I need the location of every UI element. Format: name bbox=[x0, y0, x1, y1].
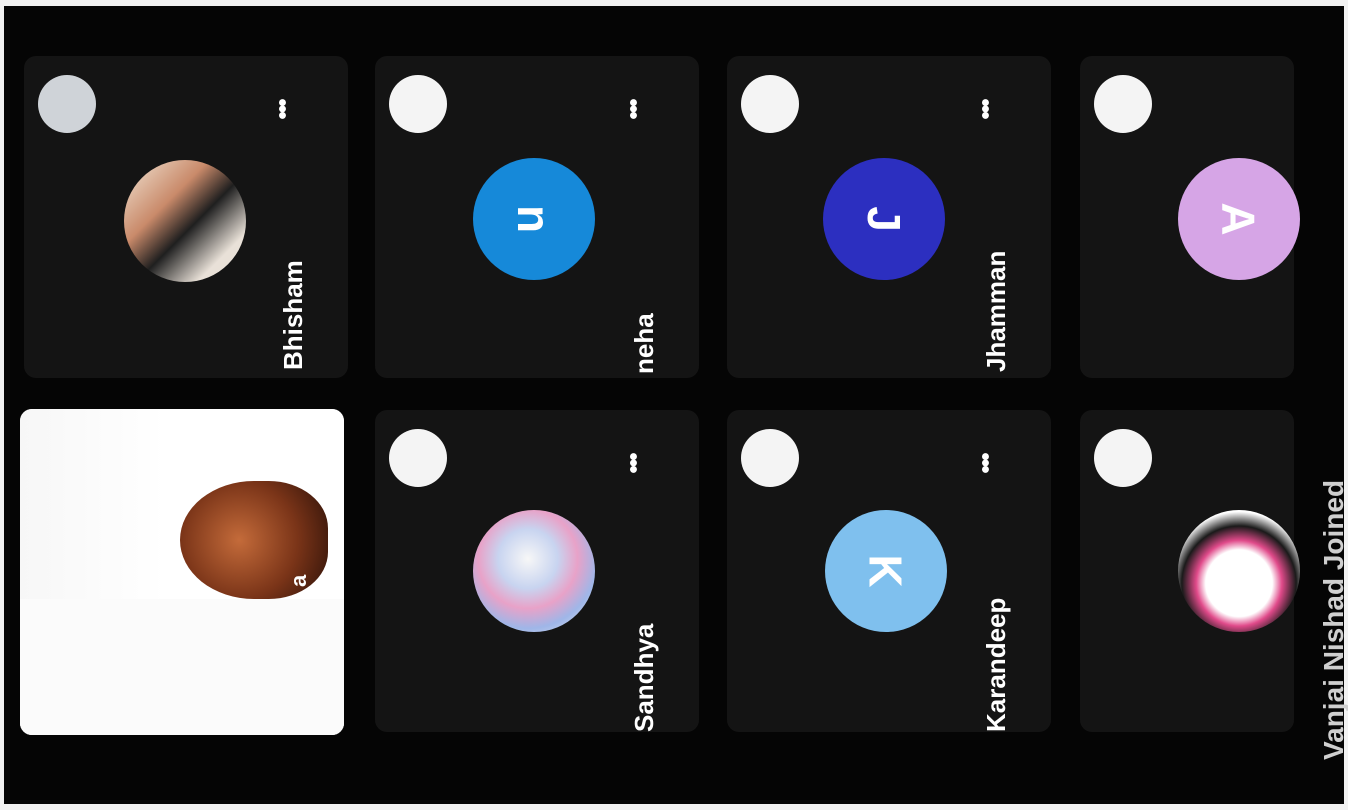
more-options-icon[interactable]: ••• bbox=[619, 452, 647, 471]
more-options-icon[interactable]: ••• bbox=[971, 452, 999, 471]
avatar-initial: A bbox=[1178, 158, 1300, 280]
pin-icon[interactable] bbox=[1094, 75, 1152, 133]
avatar-photo bbox=[1178, 510, 1300, 632]
pin-icon[interactable] bbox=[38, 75, 96, 133]
participant-tile-karandeep[interactable]: K ••• Karandeep bbox=[727, 410, 1051, 732]
pin-icon[interactable] bbox=[741, 75, 799, 133]
pin-icon[interactable] bbox=[389, 429, 447, 487]
avatar-initial: J bbox=[823, 158, 945, 280]
pin-icon[interactable] bbox=[741, 429, 799, 487]
pin-icon[interactable] bbox=[1094, 429, 1152, 487]
participant-name: Bhisham bbox=[278, 260, 308, 370]
self-name-label: a bbox=[286, 574, 311, 587]
more-options-icon[interactable]: ••• bbox=[971, 98, 999, 117]
more-options-icon[interactable]: ••• bbox=[268, 98, 296, 117]
avatar-photo bbox=[473, 510, 595, 632]
participant-tile-jhamman[interactable]: J ••• Jhamman bbox=[727, 56, 1051, 378]
self-video[interactable]: a bbox=[20, 409, 344, 735]
avatar-photo bbox=[124, 160, 246, 282]
join-notification: Vanjai Nishad Joined bbox=[1318, 479, 1348, 760]
participant-tile-a[interactable]: A bbox=[1080, 56, 1300, 378]
avatar-initial: n bbox=[473, 158, 595, 280]
participant-tile-bhisham[interactable]: ••• Bhisham bbox=[24, 56, 348, 378]
participant-name: Sandhya bbox=[629, 623, 659, 732]
participant-tile-unnamed[interactable] bbox=[1080, 410, 1300, 732]
participant-tile-neha[interactable]: n ••• neha bbox=[375, 56, 699, 378]
participant-name: Jhamman bbox=[981, 250, 1011, 372]
more-options-icon[interactable]: ••• bbox=[619, 98, 647, 117]
participant-tile-sandhya[interactable]: ••• Sandhya bbox=[375, 410, 699, 732]
avatar-initial: K bbox=[825, 510, 947, 632]
pin-icon[interactable] bbox=[389, 75, 447, 133]
participant-name: neha bbox=[629, 313, 659, 374]
participant-name: Karandeep bbox=[981, 597, 1011, 732]
